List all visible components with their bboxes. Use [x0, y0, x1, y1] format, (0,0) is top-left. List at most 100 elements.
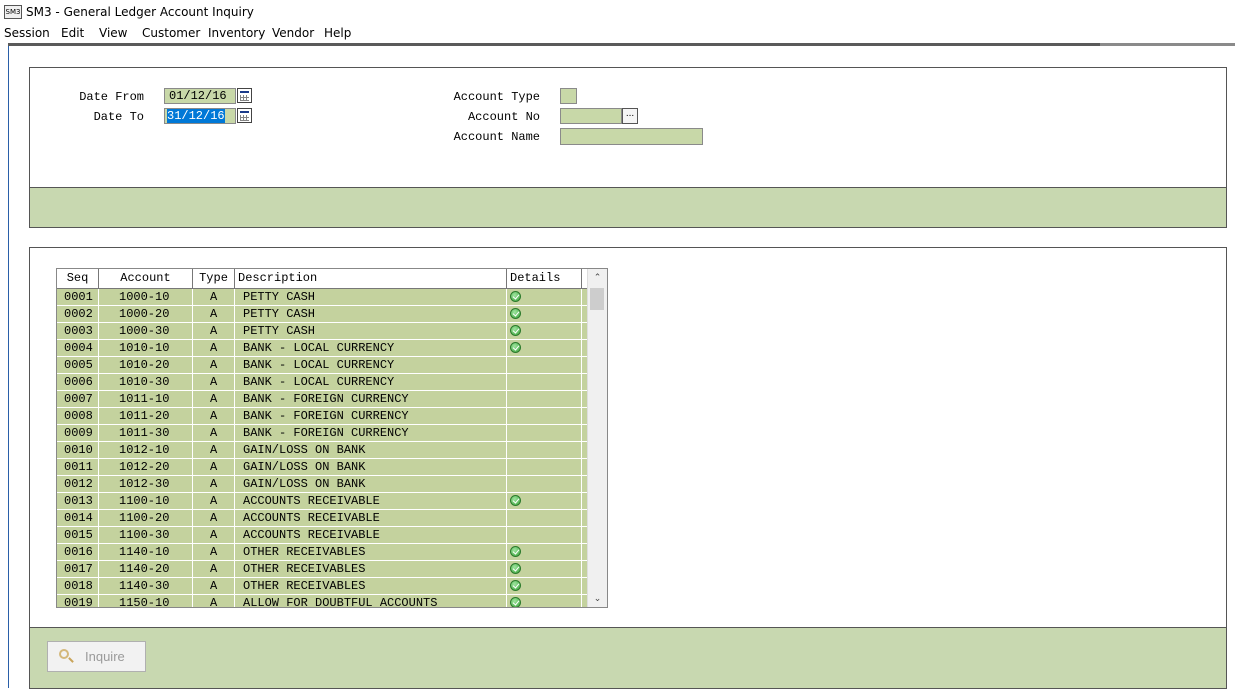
- cell-type: A: [193, 544, 235, 560]
- table-row[interactable]: 0018 1140-30 A OTHER RECEIVABLES: [57, 578, 587, 595]
- cell-details: [507, 323, 582, 339]
- cell-type: A: [193, 493, 235, 509]
- cell-type: A: [193, 306, 235, 322]
- cell-description: BANK - FOREIGN CURRENCY: [235, 391, 507, 407]
- col-details[interactable]: Details: [507, 269, 582, 288]
- cell-seq: 0015: [57, 527, 99, 543]
- col-type[interactable]: Type: [193, 269, 235, 288]
- cell-description: PETTY CASH: [235, 289, 507, 305]
- check-icon[interactable]: [510, 291, 521, 302]
- cell-details: [507, 289, 582, 305]
- menu-edit[interactable]: Edit: [61, 26, 84, 40]
- account-no-field[interactable]: [560, 108, 622, 124]
- table-row[interactable]: 0009 1011-30 A BANK - FOREIGN CURRENCY: [57, 425, 587, 442]
- scroll-thumb[interactable]: [590, 288, 604, 310]
- table-row[interactable]: 0014 1100-20 A ACCOUNTS RECEIVABLE: [57, 510, 587, 527]
- cell-account: 1011-20: [99, 408, 193, 424]
- cell-type: A: [193, 561, 235, 577]
- cell-description: ALLOW FOR DOUBTFUL ACCOUNTS: [235, 595, 507, 607]
- table-row[interactable]: 0007 1011-10 A BANK - FOREIGN CURRENCY: [57, 391, 587, 408]
- menu-session[interactable]: Session: [4, 26, 50, 40]
- col-seq[interactable]: Seq: [57, 269, 99, 288]
- cell-description: ACCOUNTS RECEIVABLE: [235, 510, 507, 526]
- table-row[interactable]: 0003 1000-30 A PETTY CASH: [57, 323, 587, 340]
- menu-vendor[interactable]: Vendor: [272, 26, 314, 40]
- check-icon[interactable]: [510, 580, 521, 591]
- table-row[interactable]: 0019 1150-10 A ALLOW FOR DOUBTFUL ACCOUNTS: [57, 595, 587, 607]
- check-icon[interactable]: [510, 597, 521, 607]
- table-row[interactable]: 0002 1000-20 A PETTY CASH: [57, 306, 587, 323]
- cell-account: 1011-10: [99, 391, 193, 407]
- account-lookup-button[interactable]: ...: [622, 108, 638, 124]
- cell-account: 1140-20: [99, 561, 193, 577]
- menu-bar: Session Edit View Customer Inventory Ven…: [0, 24, 1235, 43]
- cell-account: 1010-30: [99, 374, 193, 390]
- menu-help[interactable]: Help: [324, 26, 351, 40]
- grid-scrollbar[interactable]: ⌃ ⌄: [587, 269, 607, 607]
- table-row[interactable]: 0016 1140-10 A OTHER RECEIVABLES: [57, 544, 587, 561]
- cell-seq: 0006: [57, 374, 99, 390]
- cell-details: [507, 476, 582, 492]
- check-icon[interactable]: [510, 325, 521, 336]
- table-row[interactable]: 0015 1100-30 A ACCOUNTS RECEIVABLE: [57, 527, 587, 544]
- check-icon[interactable]: [510, 563, 521, 574]
- cell-type: A: [193, 391, 235, 407]
- cell-details: [507, 408, 582, 424]
- cell-type: A: [193, 323, 235, 339]
- cell-details: [507, 595, 582, 607]
- date-from-field[interactable]: 01/12/16: [164, 88, 236, 104]
- col-account[interactable]: Account: [99, 269, 193, 288]
- cell-description: ACCOUNTS RECEIVABLE: [235, 493, 507, 509]
- table-row[interactable]: 0005 1010-20 A BANK - LOCAL CURRENCY: [57, 357, 587, 374]
- cell-seq: 0014: [57, 510, 99, 526]
- col-description[interactable]: Description: [235, 269, 507, 288]
- table-row[interactable]: 0010 1012-10 A GAIN/LOSS ON BANK: [57, 442, 587, 459]
- cell-account: 1150-10: [99, 595, 193, 607]
- cell-seq: 0004: [57, 340, 99, 356]
- table-row[interactable]: 0017 1140-20 A OTHER RECEIVABLES: [57, 561, 587, 578]
- table-row[interactable]: 0013 1100-10 A ACCOUNTS RECEIVABLE: [57, 493, 587, 510]
- search-icon: [59, 649, 69, 659]
- table-row[interactable]: 0001 1000-10 A PETTY CASH: [57, 289, 587, 306]
- table-row[interactable]: 0012 1012-30 A GAIN/LOSS ON BANK: [57, 476, 587, 493]
- account-no-label: Account No: [467, 110, 540, 124]
- scroll-up-icon[interactable]: ⌃: [588, 269, 607, 286]
- check-icon[interactable]: [510, 342, 521, 353]
- cell-type: A: [193, 578, 235, 594]
- cell-type: A: [193, 442, 235, 458]
- cell-details: [507, 459, 582, 475]
- app-icon: SM3: [4, 5, 22, 19]
- account-name-field[interactable]: [560, 128, 703, 145]
- inquire-button[interactable]: Inquire: [47, 641, 146, 672]
- menu-view[interactable]: View: [99, 26, 127, 40]
- cell-seq: 0017: [57, 561, 99, 577]
- date-from-calendar-icon[interactable]: [237, 88, 252, 103]
- table-row[interactable]: 0008 1011-20 A BANK - FOREIGN CURRENCY: [57, 408, 587, 425]
- cell-seq: 0003: [57, 323, 99, 339]
- cell-seq: 0018: [57, 578, 99, 594]
- table-row[interactable]: 0006 1010-30 A BANK - LOCAL CURRENCY: [57, 374, 587, 391]
- scroll-down-icon[interactable]: ⌄: [588, 590, 607, 607]
- menu-customer[interactable]: Customer: [142, 26, 200, 40]
- inquire-label: Inquire: [85, 649, 125, 664]
- cell-description: OTHER RECEIVABLES: [235, 578, 507, 594]
- cell-type: A: [193, 340, 235, 356]
- check-icon[interactable]: [510, 495, 521, 506]
- cell-description: PETTY CASH: [235, 323, 507, 339]
- cell-account: 1100-20: [99, 510, 193, 526]
- toolbar-divider: [8, 43, 1235, 46]
- cell-account: 1011-30: [99, 425, 193, 441]
- account-type-field[interactable]: [560, 88, 577, 104]
- cell-account: 1012-10: [99, 442, 193, 458]
- date-to-calendar-icon[interactable]: [237, 108, 252, 123]
- check-icon[interactable]: [510, 546, 521, 557]
- toolbar-divider-right: [1100, 43, 1235, 46]
- table-row[interactable]: 0004 1010-10 A BANK - LOCAL CURRENCY: [57, 340, 587, 357]
- table-row[interactable]: 0011 1012-20 A GAIN/LOSS ON BANK: [57, 459, 587, 476]
- menu-inventory[interactable]: Inventory: [208, 26, 265, 40]
- cell-account: 1100-30: [99, 527, 193, 543]
- title-bar: SM3 SM3 - General Ledger Account Inquiry: [0, 0, 1235, 24]
- check-icon[interactable]: [510, 308, 521, 319]
- cell-type: A: [193, 289, 235, 305]
- date-to-field[interactable]: 31/12/16: [164, 108, 236, 124]
